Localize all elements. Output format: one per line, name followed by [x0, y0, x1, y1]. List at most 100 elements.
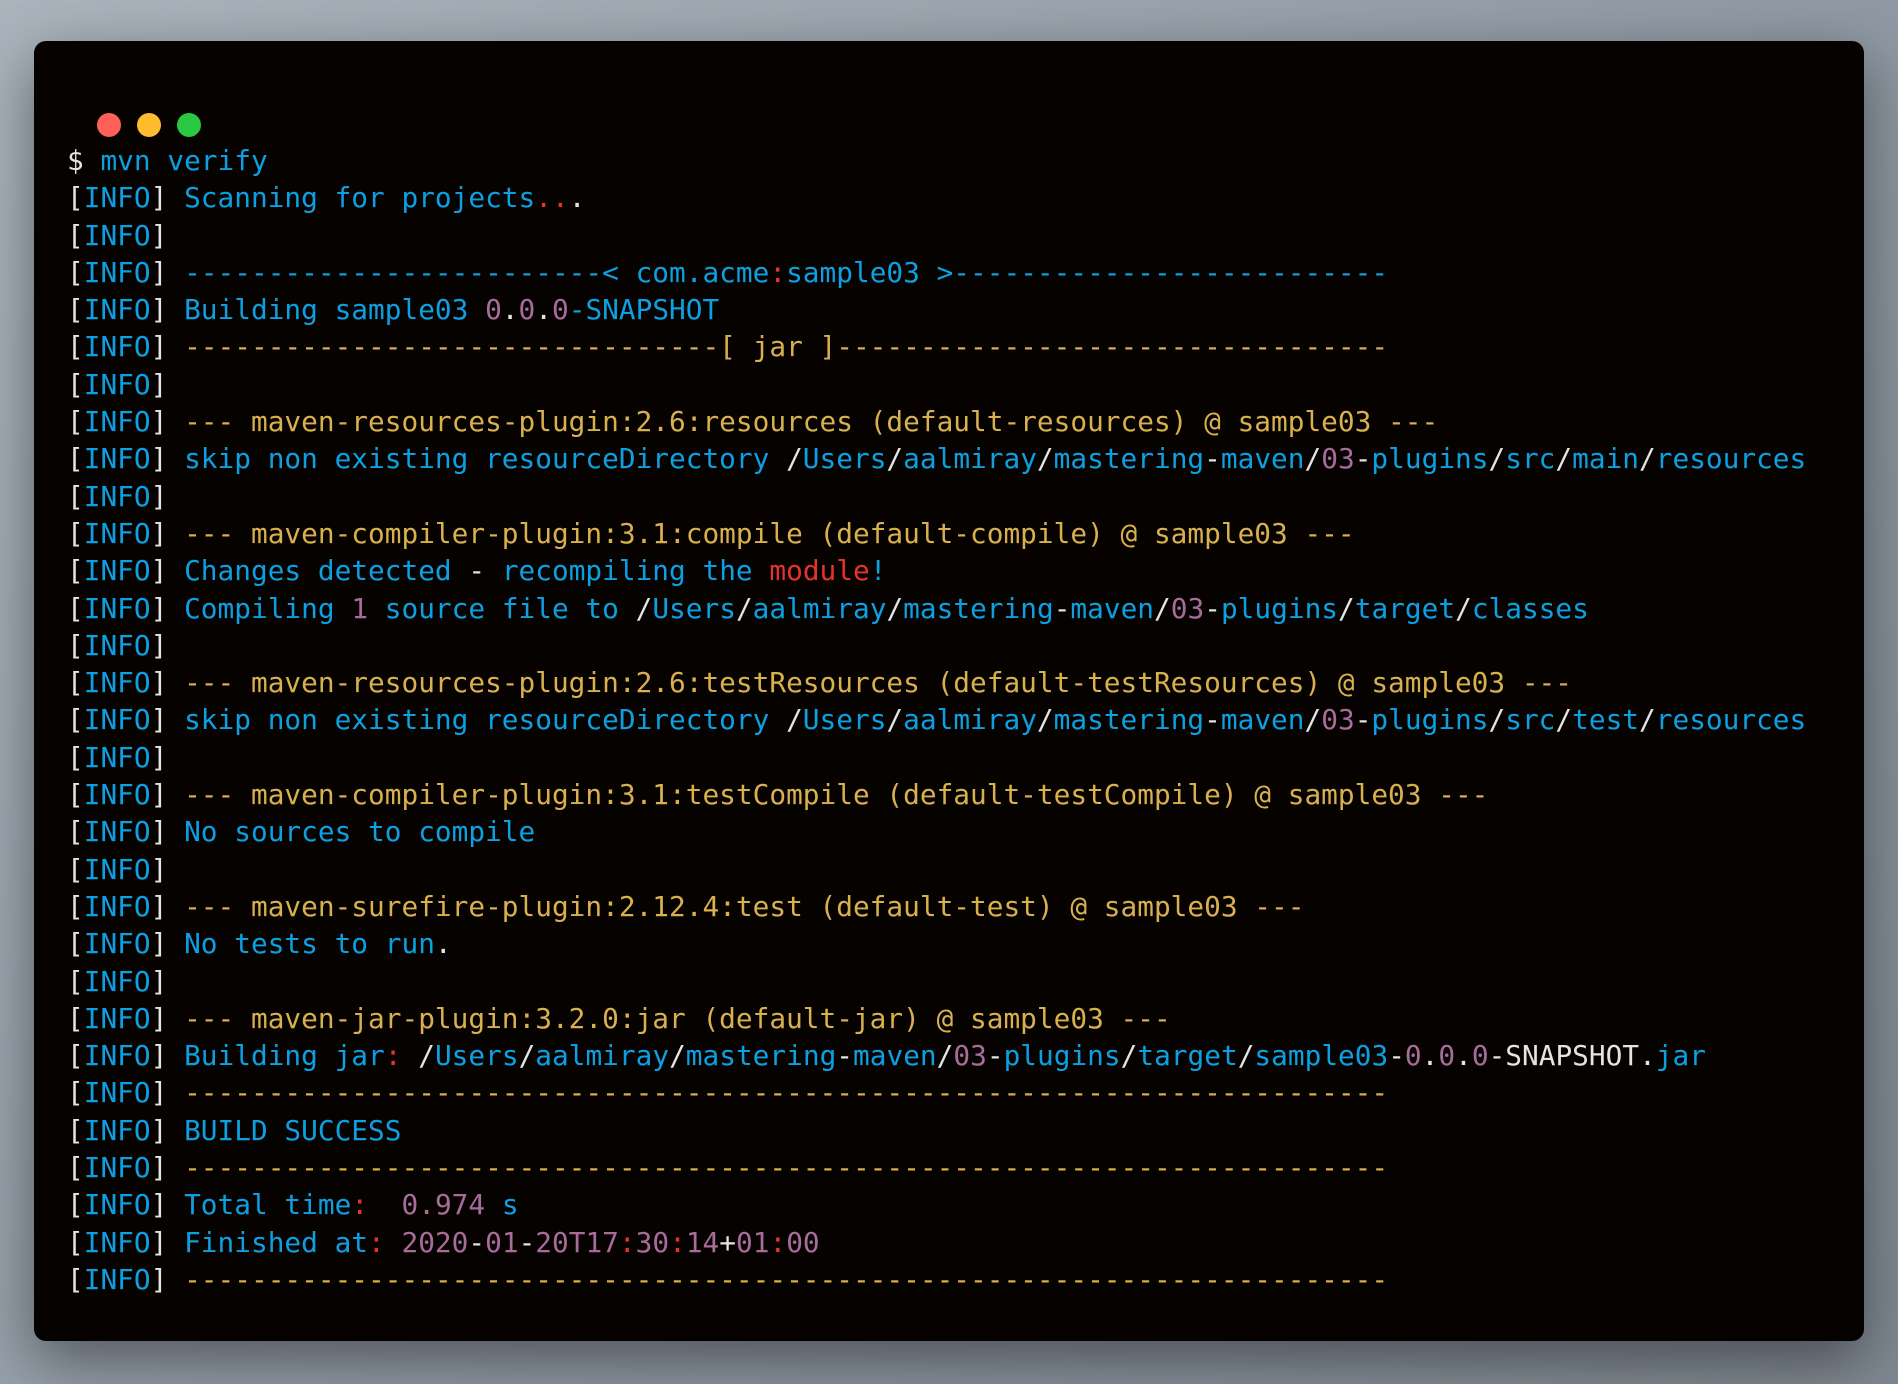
output-segment: --- maven-compiler-plugin:3.1:compile (d…	[184, 517, 1355, 550]
minimize-button[interactable]	[137, 113, 161, 137]
output-segment: No sources to compile	[184, 816, 536, 849]
log-line: [INFO]	[67, 479, 1806, 516]
output-segment: -	[1204, 704, 1221, 737]
output-segment: INFO	[83, 406, 151, 439]
output-segment: -	[518, 1226, 536, 1259]
output-segment: --- maven-jar-plugin:3.2.0:jar (default-…	[184, 1002, 1171, 1035]
output-segment: 0	[1471, 1040, 1489, 1073]
output-segment: -SNAPSHOT.	[1488, 1040, 1656, 1073]
output-segment: [	[67, 779, 84, 812]
log-line: [INFO] skip non existing resourceDirecto…	[67, 702, 1806, 739]
output-segment: /	[786, 704, 803, 737]
output-segment: sample03	[1254, 1040, 1389, 1073]
output-segment: 20T17	[535, 1226, 619, 1259]
output-segment: ]	[150, 779, 185, 812]
output-segment: source file to	[368, 592, 636, 625]
output-segment: main	[1572, 443, 1640, 476]
output-segment: ]	[150, 1114, 185, 1147]
output-segment: [	[67, 1263, 84, 1296]
output-segment: /	[936, 1040, 954, 1073]
output-segment: ]	[150, 1226, 185, 1259]
output-segment: plugins	[1003, 1040, 1121, 1073]
output-segment: 01	[736, 1226, 770, 1259]
output-segment: jar	[1655, 1040, 1706, 1073]
output-segment: .	[1455, 1040, 1472, 1073]
log-line: [INFO] ---------------------------------…	[67, 1150, 1806, 1187]
output-segment: --- maven-surefire-plugin:2.12.4:test (d…	[184, 890, 1305, 923]
output-segment: Changes detected	[184, 555, 469, 588]
log-line: [INFO] --- maven-surefire-plugin:2.12.4:…	[67, 889, 1806, 926]
log-line: [INFO] --- maven-resources-plugin:2.6:re…	[67, 404, 1806, 441]
output-segment: :	[769, 256, 787, 289]
output-segment: ]	[150, 629, 185, 662]
output-segment	[401, 1040, 418, 1072]
log-line: [INFO]	[67, 740, 1806, 777]
terminal-output[interactable]: $ mvn verify [INFO] Scanning for projects…	[67, 143, 1806, 1299]
output-segment: aalmiray	[903, 704, 1037, 737]
output-segment: /	[1555, 443, 1573, 476]
output-segment: [	[67, 331, 84, 364]
output-segment: -	[986, 1040, 1004, 1073]
output-segment: -	[836, 1040, 854, 1073]
log-line: [INFO] Building sample03 0.0.0-SNAPSHOT	[67, 292, 1806, 329]
output-segment: INFO	[83, 555, 151, 588]
log-line: [INFO] Finished at: 2020-01-20T17:30:14+…	[67, 1225, 1806, 1262]
output-segment: /	[1120, 1040, 1138, 1073]
output-segment: mastering	[903, 592, 1054, 625]
output-segment: INFO	[83, 816, 151, 849]
output-segment: 2020	[401, 1226, 469, 1259]
output-segment: /	[1036, 443, 1054, 476]
output-segment: INFO	[83, 1226, 151, 1259]
close-button[interactable]	[97, 113, 121, 137]
output-segment: [	[67, 928, 84, 961]
log-line: [INFO] skip non existing resourceDirecto…	[67, 441, 1806, 478]
output-segment: [	[67, 256, 84, 289]
output-segment: 0	[1404, 1040, 1422, 1073]
output-segment: 03	[1321, 443, 1355, 476]
output-segment: /	[1455, 592, 1472, 625]
output-segment: [	[67, 592, 84, 625]
output-segment: target	[1137, 1040, 1238, 1073]
output-segment: mvn verify	[100, 145, 268, 177]
output-segment: --- maven-compiler-plugin:3.1:testCompil…	[184, 779, 1489, 812]
output-segment: +	[719, 1226, 737, 1259]
output-segment: ]	[150, 182, 185, 215]
output-segment: ]	[150, 890, 185, 923]
output-segment: recompiling the	[485, 555, 770, 588]
maximize-button[interactable]	[177, 113, 201, 137]
output-segment: INFO	[83, 517, 151, 550]
output-segment: resources	[1655, 443, 1807, 476]
output-segment: INFO	[83, 965, 151, 998]
output-segment: No tests to run	[184, 928, 435, 961]
output-segment: ]	[150, 741, 185, 774]
output-segment: INFO	[83, 1114, 151, 1147]
output-segment: /	[735, 592, 753, 625]
output-segment: -	[1053, 592, 1071, 625]
output-segment: 0	[485, 294, 502, 327]
output-segment: mastering	[685, 1040, 837, 1073]
output-segment: /	[1639, 443, 1656, 476]
output-segment: plugins	[1371, 443, 1489, 476]
output-segment: -	[1388, 1040, 1405, 1073]
output-segment: INFO	[83, 1002, 151, 1035]
output-segment: ]	[150, 592, 185, 625]
output-segment: /	[1338, 592, 1355, 625]
output-segment: :	[368, 1226, 385, 1259]
log-line: [INFO]	[67, 852, 1806, 889]
output-segment: [	[67, 965, 84, 998]
output-segment: --------------------------------[ jar ]-…	[184, 331, 1389, 364]
output-segment: Scanning for projects	[184, 182, 536, 215]
output-segment: [	[67, 704, 84, 737]
log-line: [INFO] -------------------------< com.ac…	[67, 255, 1806, 292]
output-segment: Compiling	[184, 592, 352, 625]
output-segment: INFO	[83, 667, 151, 700]
output-segment: resources	[1655, 704, 1807, 737]
output-segment: [	[67, 517, 84, 550]
output-segment: /	[635, 592, 653, 625]
output-segment: Building sample03	[184, 294, 486, 327]
output-segment: .	[568, 182, 586, 215]
output-segment: -	[1354, 704, 1372, 737]
output-segment: [	[67, 890, 84, 923]
output-segment: mastering	[1053, 704, 1205, 737]
output-segment: 30	[635, 1226, 670, 1259]
